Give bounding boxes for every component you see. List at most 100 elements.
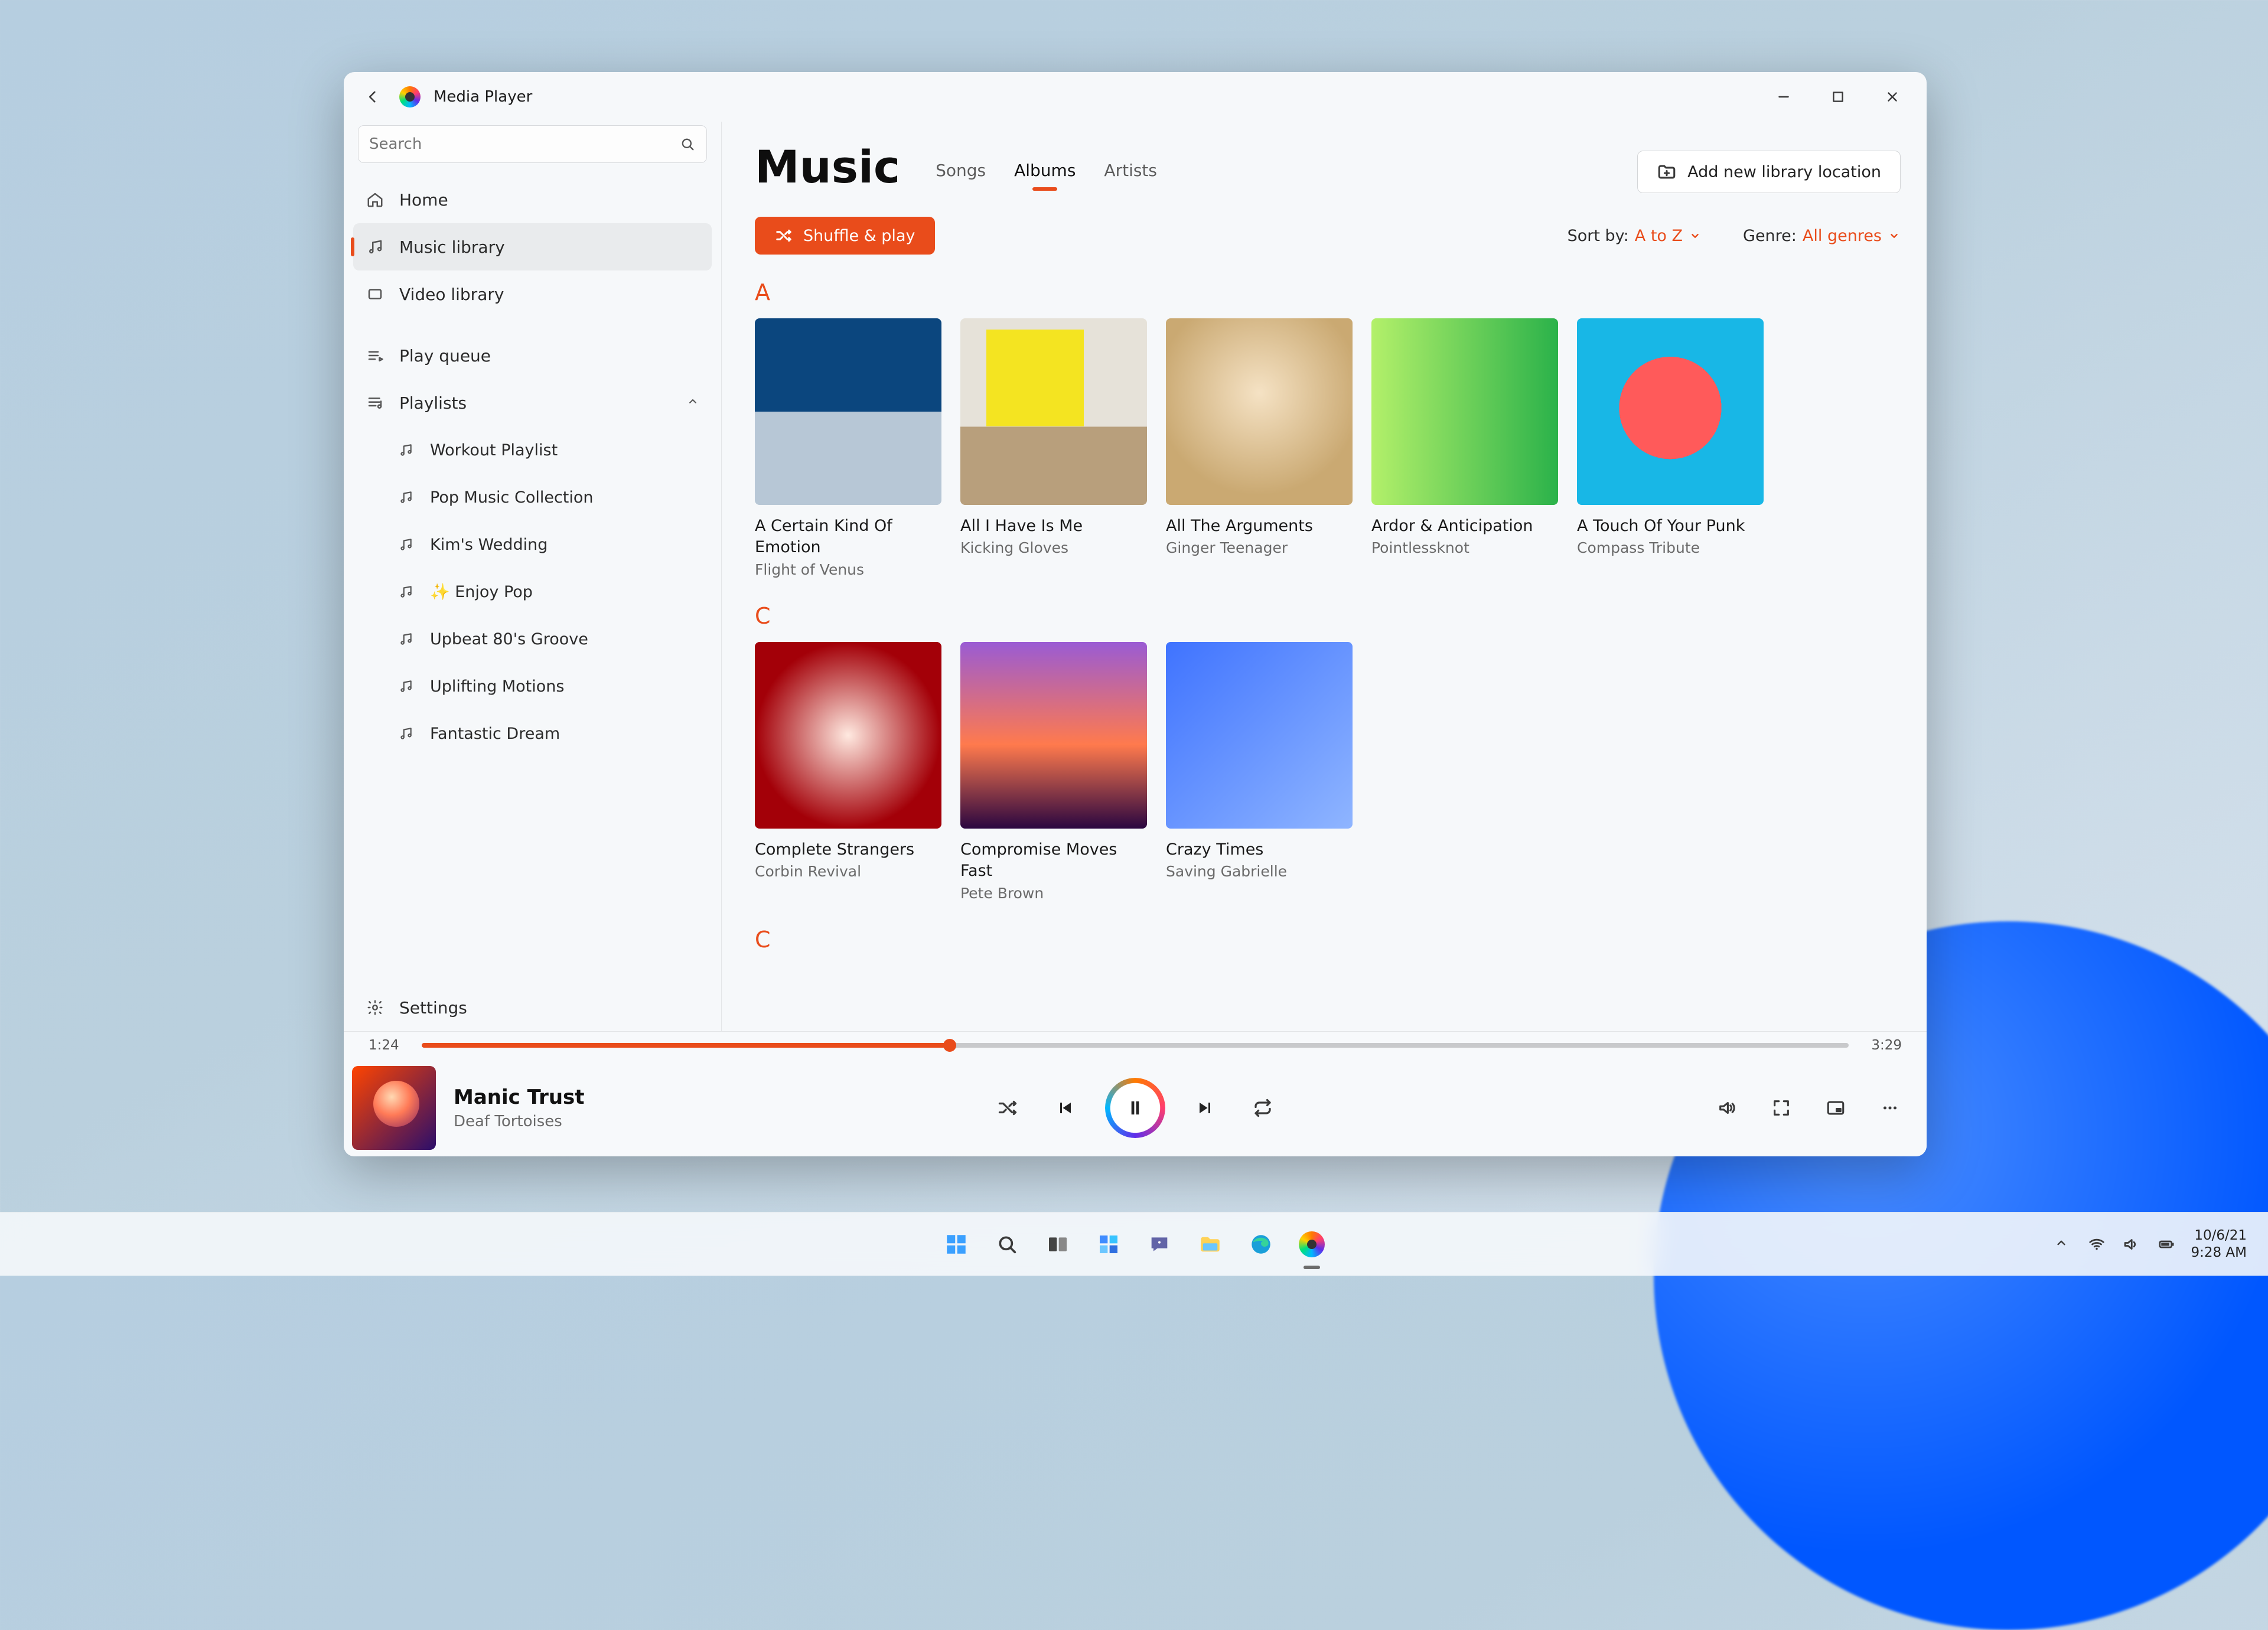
progress-thumb[interactable] [943,1039,956,1052]
more-options-button[interactable] [1875,1093,1905,1123]
chevron-down-icon [1689,229,1702,242]
playlist-item[interactable]: Fantastic Dream [353,710,712,757]
sidebar-item-settings[interactable]: Settings [353,984,712,1031]
fullscreen-button[interactable] [1766,1093,1797,1123]
music-note-icon [365,237,385,257]
wifi-icon[interactable] [2088,1235,2106,1253]
gear-icon [365,997,385,1018]
album-art [1371,318,1558,505]
progress-slider[interactable] [422,1043,1849,1048]
album-artist: Flight of Venus [755,561,941,578]
shuffle-toggle[interactable] [992,1093,1023,1123]
album-title: A Touch Of Your Punk [1577,516,1764,537]
mini-player-button[interactable] [1820,1093,1851,1123]
sidebar-item-play-queue[interactable]: Play queue [353,332,712,379]
maximize-button[interactable] [1811,72,1865,122]
playlist-label: Kim's Wedding [430,536,548,554]
music-note-icon [396,723,416,744]
album-title: All I Have Is Me [960,516,1147,537]
album-card[interactable]: Complete StrangersCorbin Revival [755,642,941,902]
volume-button[interactable] [1712,1093,1742,1123]
taskbar-search-button[interactable] [987,1224,1027,1264]
shuffle-and-play-button[interactable]: Shuffle & play [755,217,935,255]
section-letter[interactable]: C [755,927,1901,953]
sidebar-item-label: Video library [399,285,504,304]
music-note-icon [396,440,416,460]
tabs: Songs Albums Artists [936,161,1157,193]
file-explorer-button[interactable] [1190,1224,1230,1264]
taskbar: 10/6/21 9:28 AM [0,1212,2268,1276]
music-note-icon [396,676,416,696]
sort-by-control[interactable]: Sort by: A to Z [1568,227,1702,245]
system-clock[interactable]: 10/6/21 9:28 AM [2191,1227,2247,1261]
back-button[interactable] [360,84,386,110]
album-card[interactable]: Compromise Moves FastPete Brown [960,642,1147,902]
sidebar-group-playlists[interactable]: Playlists [353,379,712,426]
next-track-button[interactable] [1190,1093,1220,1123]
video-icon [365,284,385,304]
genre-filter-control[interactable]: Genre: All genres [1743,227,1901,245]
album-art [960,642,1147,829]
album-title: Crazy Times [1166,839,1353,860]
album-card[interactable]: A Certain Kind Of EmotionFlight of Venus [755,318,941,578]
now-playing-artist: Deaf Tortoises [454,1113,585,1130]
progress-fill [422,1043,950,1048]
album-card[interactable]: Ardor & AnticipationPointlessknot [1371,318,1558,578]
widgets-button[interactable] [1089,1224,1129,1264]
close-button[interactable] [1865,72,1920,122]
sidebar-item-label: Play queue [399,346,491,366]
tab-songs[interactable]: Songs [936,161,986,188]
tab-artists[interactable]: Artists [1104,161,1157,188]
search-input[interactable] [369,135,672,153]
playlist-item[interactable]: Uplifting Motions [353,663,712,710]
album-card[interactable]: Crazy TimesSaving Gabrielle [1166,642,1353,902]
album-artist: Pete Brown [960,885,1147,902]
album-title: All The Arguments [1166,516,1353,537]
app-title: Media Player [434,88,532,106]
section-letter[interactable]: C [755,603,1901,629]
playlist-label: Upbeat 80's Groove [430,630,588,648]
chat-button[interactable] [1139,1224,1179,1264]
playlist-item[interactable]: Pop Music Collection [353,474,712,521]
playlist-item[interactable]: Workout Playlist [353,426,712,474]
now-playing-art[interactable] [352,1066,436,1150]
album-list[interactable]: A A Certain Kind Of EmotionFlight of Venu… [755,255,1901,966]
sidebar-item-music-library[interactable]: Music library [353,223,712,270]
playlist-item[interactable]: Upbeat 80's Groove [353,615,712,663]
album-card[interactable]: All I Have Is MeKicking Gloves [960,318,1147,578]
battery-icon[interactable] [2156,1235,2174,1253]
add-library-location-button[interactable]: Add new library location [1637,151,1901,193]
repeat-toggle[interactable] [1247,1093,1278,1123]
playlist-item[interactable]: Kim's Wedding [353,521,712,568]
playlist-item[interactable]: ✨ Enjoy Pop [353,568,712,615]
pause-icon [1124,1097,1146,1119]
volume-tray-icon[interactable] [2122,1235,2140,1253]
album-title: Complete Strangers [755,839,941,860]
album-art [755,642,941,829]
playlist-label: Pop Music Collection [430,488,594,507]
search-box[interactable] [358,125,707,163]
minimize-button[interactable] [1757,72,1811,122]
album-artist: Pointlessknot [1371,539,1558,556]
album-card[interactable]: A Touch Of Your PunkCompass Tribute [1577,318,1764,578]
album-row: Complete StrangersCorbin RevivalCompromi… [755,642,1901,902]
task-view-button[interactable] [1038,1224,1078,1264]
music-note-icon [396,582,416,602]
start-button[interactable] [936,1224,976,1264]
section-letter[interactable]: A [755,279,1901,305]
search-icon [679,136,696,152]
playlist-label: ✨ Enjoy Pop [430,582,533,601]
play-pause-button[interactable] [1108,1081,1162,1135]
tray-chevron-icon[interactable] [2054,1235,2071,1253]
media-player-taskbar-button[interactable] [1292,1224,1332,1264]
chevron-up-icon [686,393,700,413]
sidebar-item-home[interactable]: Home [353,176,712,223]
previous-track-button[interactable] [1050,1093,1081,1123]
sidebar-item-video-library[interactable]: Video library [353,270,712,318]
album-card[interactable]: All The ArgumentsGinger Teenager [1166,318,1353,578]
player-bar: 1:24 3:29 Manic Trust Deaf Tortoises [344,1031,1927,1156]
album-art [1577,318,1764,505]
tab-albums[interactable]: Albums [1014,161,1076,188]
edge-browser-button[interactable] [1241,1224,1281,1264]
app-window: Media Player Home Music library V [344,72,1927,1156]
